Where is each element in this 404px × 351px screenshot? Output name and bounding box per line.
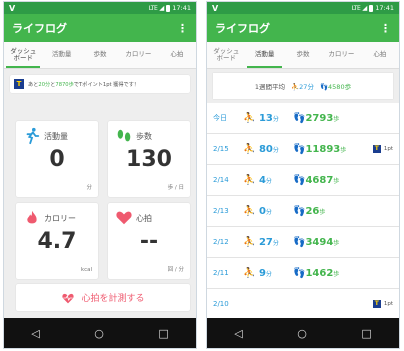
running-icon: ⛹ — [243, 143, 256, 155]
measure-heart-rate-label: 心拍を計測する — [81, 294, 145, 304]
footprints-icon: 👣 — [293, 112, 306, 124]
footprints-icon: 👣 — [293, 267, 306, 279]
tpoint-badge: T 1pt — [372, 145, 393, 153]
footprints-icon — [117, 129, 131, 142]
footprints-icon: 👣 — [293, 236, 306, 248]
overflow-menu-icon[interactable]: ⋮ — [177, 22, 188, 35]
back-nav-icon[interactable]: ◁ — [31, 327, 39, 340]
app-logo-icon: V — [9, 3, 16, 13]
activity-card-label: 活動量 — [44, 132, 68, 141]
tpoint-badge: T 1pt — [372, 300, 393, 308]
steps-card-unit: 歩 / 日 — [167, 185, 184, 191]
tab-dashboard[interactable]: ダッシュ ボード — [4, 42, 42, 68]
running-icon: ⛹ — [243, 205, 256, 217]
steps-card[interactable]: 歩数 130 歩 / 日 — [108, 121, 190, 197]
weekly-average-steps: 👣4580歩 — [319, 83, 352, 91]
tab-activity[interactable]: 活動量 — [42, 42, 80, 68]
clock: 17:41 — [375, 4, 394, 12]
home-nav-icon[interactable]: ○ — [94, 327, 104, 340]
tab-steps[interactable]: 歩数 — [81, 42, 119, 68]
recent-apps-nav-icon[interactable]: □ — [158, 327, 168, 340]
weekly-average-label: 1週間平均 — [254, 83, 286, 91]
clock: 17:41 — [172, 4, 191, 12]
tab-steps[interactable]: 歩数 — [284, 42, 322, 68]
heart-pulse-icon — [62, 293, 75, 303]
footprints-icon: 👣 — [293, 174, 306, 186]
tab-calorie[interactable]: カロリー — [119, 42, 157, 68]
steps-card-label: 歩数 — [136, 132, 152, 141]
tab-bar: ダッシュ ボード 活動量 歩数 カロリー 心拍 — [207, 42, 399, 69]
tpoint-banner: T あと 20分 と 7870歩 でTポイント1pt 獲得です！ — [10, 75, 190, 93]
app-logo-icon: V — [212, 3, 219, 13]
signal-icon: ◢ — [362, 4, 368, 12]
tpoint-logo-icon: T — [372, 300, 381, 308]
signal-icon: ◢ — [159, 4, 165, 12]
tab-dashboard[interactable]: ダッシュ ボード — [207, 42, 245, 68]
list-item[interactable]: 今日 ⛹ 13分 👣2793歩 — [207, 103, 399, 134]
tab-bar: ダッシュ ボード 活動量 歩数 カロリー 心拍 — [4, 42, 196, 69]
dashboard-screen: V LTE ◢ 17:41 ライフログ ⋮ ダッシュ ボード 活動量 歩数 カロ… — [4, 2, 196, 348]
running-icon — [26, 127, 40, 145]
back-nav-icon[interactable]: ◁ — [234, 327, 242, 340]
list-item[interactable]: 2/11 ⛹ 9分 👣1462歩 — [207, 258, 399, 289]
tpoint-logo-icon: T — [14, 79, 24, 89]
list-item[interactable]: 2/15 ⛹ 80分 👣11893歩 T 1pt — [207, 134, 399, 165]
status-bar: V LTE ◢ 17:41 — [207, 2, 399, 14]
heart-rate-card-unit: 回 / 分 — [167, 267, 184, 273]
system-nav-bar: ◁ ○ □ — [4, 318, 196, 348]
recent-apps-nav-icon[interactable]: □ — [361, 327, 371, 340]
heart-rate-card-label: 心拍 — [136, 214, 152, 223]
calorie-card-unit: kcal — [80, 267, 92, 273]
network-type: LTE — [148, 4, 158, 12]
running-icon: ⛹ — [243, 236, 256, 248]
status-bar: V LTE ◢ 17:41 — [4, 2, 196, 14]
list-item[interactable]: 2/12 ⛹ 27分 👣3494歩 — [207, 227, 399, 258]
app-title: ライフログ — [12, 22, 67, 35]
footprints-icon: 👣 — [293, 205, 306, 217]
app-bar: ライフログ ⋮ — [207, 14, 399, 42]
activity-card-value: 0 — [49, 147, 65, 172]
activity-card-unit: 分 — [86, 185, 92, 191]
calorie-card[interactable]: カロリー 4.7 kcal — [16, 203, 98, 279]
running-icon: ⛹ — [291, 83, 300, 91]
flame-icon — [27, 210, 37, 224]
calorie-card-label: カロリー — [44, 214, 76, 223]
footprints-icon: 👣 — [319, 83, 329, 91]
list-item[interactable]: 2/14 ⛹ 4分 👣4687歩 — [207, 165, 399, 196]
overflow-menu-icon[interactable]: ⋮ — [380, 22, 391, 35]
running-icon: ⛹ — [243, 112, 256, 124]
heart-icon — [116, 211, 132, 225]
network-type: LTE — [351, 4, 361, 12]
list-item[interactable]: 2/13 ⛹ 0分 👣26歩 — [207, 196, 399, 227]
tab-heart-rate[interactable]: 心拍 — [158, 42, 196, 68]
calorie-card-value: 4.7 — [37, 229, 77, 254]
tab-activity[interactable]: 活動量 — [245, 42, 283, 68]
footprints-icon: 👣 — [293, 143, 306, 155]
heart-rate-card-value: -- — [139, 229, 159, 254]
heart-rate-card[interactable]: 心拍 -- 回 / 分 — [108, 203, 190, 279]
activity-card[interactable]: 活動量 0 分 — [16, 121, 98, 197]
daily-activity-list: 今日 ⛹ 13分 👣2793歩 2/15 ⛹ 80分 👣11893歩 T 1pt … — [207, 103, 399, 320]
system-nav-bar: ◁ ○ □ — [207, 318, 399, 348]
home-nav-icon[interactable]: ○ — [297, 327, 307, 340]
measure-heart-rate-button[interactable]: 心拍を計測する — [16, 284, 190, 311]
weekly-average: 1週間平均 ⛹27分 👣4580歩 — [213, 73, 393, 99]
steps-card-value: 130 — [126, 147, 172, 172]
app-bar: ライフログ ⋮ — [4, 14, 196, 42]
tab-calorie[interactable]: カロリー — [322, 42, 360, 68]
weekly-average-activity: ⛹27分 — [291, 83, 314, 91]
running-icon: ⛹ — [243, 267, 256, 279]
battery-icon — [369, 4, 374, 12]
tpoint-logo-icon: T — [372, 145, 381, 153]
app-title: ライフログ — [215, 22, 270, 35]
battery-icon — [166, 4, 171, 12]
activity-screen: V LTE ◢ 17:41 ライフログ ⋮ ダッシュ ボード 活動量 歩数 カロ… — [207, 2, 399, 348]
tab-heart-rate[interactable]: 心拍 — [361, 42, 399, 68]
running-icon: ⛹ — [243, 174, 256, 186]
list-item[interactable]: 2/10 T 1pt — [207, 289, 399, 320]
